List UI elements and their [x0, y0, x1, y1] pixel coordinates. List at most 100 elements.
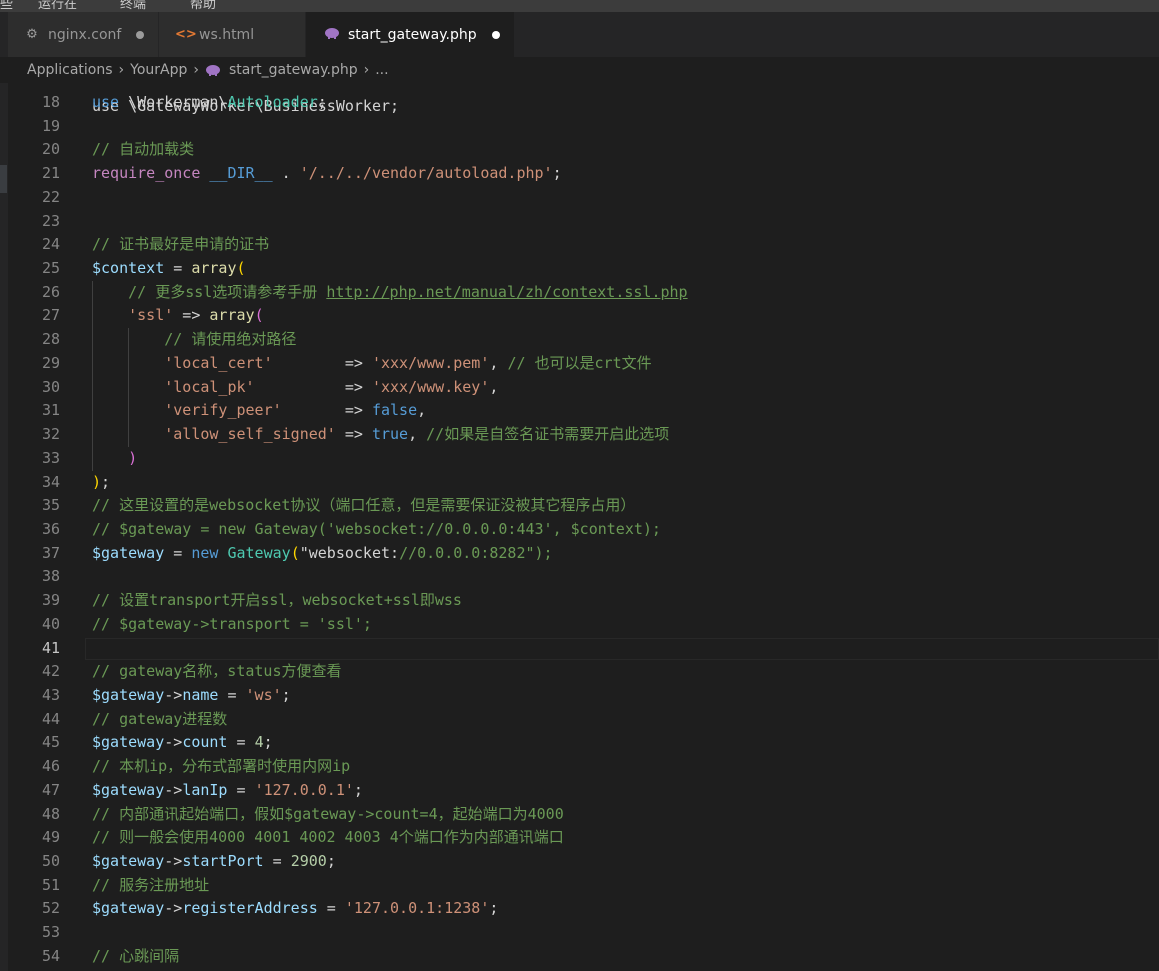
line-number: 37	[41, 543, 60, 562]
line-number: 23	[41, 211, 60, 230]
code-text: )	[128, 448, 138, 467]
code-text: // 更多ssl选项请参考手册 http://php.net/manual/zh…	[128, 282, 688, 301]
code-text: $gateway->lanIp = '127.0.0.1';	[92, 780, 363, 799]
doc-link[interactable]: http://php.net/manual/zh/context.ssl.php	[326, 283, 687, 301]
breadcrumb-yourapp[interactable]: YourApp	[130, 62, 187, 78]
editor-tab-bar: ⚙ nginx.conf <> ws.html start_gateway.ph…	[0, 12, 1159, 57]
code-line[interactable]: 24 // 证书最好是申请的证书	[0, 233, 1159, 257]
code-line[interactable]: 54 // 心跳间隔	[0, 945, 1159, 969]
line-number: 50	[41, 852, 60, 871]
code-editor[interactable]: use \GatewayWorker\BusinessWorker; 18 use…	[0, 83, 1159, 971]
line-number: 33	[41, 448, 60, 467]
code-line[interactable]: 31 'verify_peer' => false,	[0, 399, 1159, 423]
menu-item-run[interactable]: 运行在	[38, 0, 77, 12]
breadcrumb-symbol[interactable]: ...	[375, 62, 388, 78]
code-line[interactable]: 20 // 自动加载类	[0, 138, 1159, 162]
code-text: // 本机ip，分布式部署时使用内网ip	[92, 757, 351, 776]
breadcrumb-applications[interactable]: Applications	[27, 62, 113, 78]
code-line[interactable]: 43 $gateway->name = 'ws';	[0, 684, 1159, 708]
code-line[interactable]: 36 // $gateway = new Gateway('websocket:/…	[0, 518, 1159, 542]
line-number: 53	[41, 923, 60, 942]
code-line[interactable]: 30 'local_pk' => 'xxx/www.key',	[0, 376, 1159, 400]
line-number: 51	[41, 875, 60, 894]
line-number: 26	[41, 282, 60, 301]
code-line[interactable]: 44 // gateway进程数	[0, 708, 1159, 732]
code-line[interactable]: 25 $context = array(	[0, 257, 1159, 281]
code-text: $gateway->count = 4;	[92, 733, 273, 752]
line-number: 34	[41, 472, 60, 491]
code-line[interactable]: 32 'allow_self_signed' => true, //如果是自签名…	[0, 423, 1159, 447]
breadcrumb-file[interactable]: start_gateway.php	[229, 62, 358, 78]
code-line[interactable]: 50 $gateway->startPort = 2900;	[0, 850, 1159, 874]
menu-item-help[interactable]: 帮助	[190, 0, 216, 12]
line-number: 29	[41, 353, 60, 372]
line-number: 39	[41, 591, 60, 610]
code-line[interactable]: 52 $gateway->registerAddress = '127.0.0.1…	[0, 897, 1159, 921]
code-line[interactable]: 46 // 本机ip，分布式部署时使用内网ip	[0, 755, 1159, 779]
code-line[interactable]: 38	[0, 565, 1159, 589]
gear-icon: ⚙	[26, 27, 38, 42]
line-number: 38	[41, 567, 60, 586]
line-number: 18	[41, 93, 60, 111]
code-text: 'verify_peer' => false,	[164, 401, 427, 420]
code-text: // gateway进程数	[92, 709, 228, 728]
code-text: // $gateway->transport = 'ssl';	[92, 614, 372, 633]
code-line[interactable]: 28 // 请使用绝对路径	[0, 328, 1159, 352]
chevron-right-icon: ›	[363, 62, 370, 78]
tab-label: nginx.conf	[48, 26, 122, 43]
code-line[interactable]: 22	[0, 186, 1159, 210]
html-icon: <>	[175, 27, 197, 42]
code-line[interactable]: 53	[0, 921, 1159, 945]
chevron-right-icon: ›	[193, 62, 199, 78]
code-text: 'local_cert' => 'xxx/www.pem', // 也可以是cr…	[164, 353, 652, 372]
code-text: // gateway名称，status方便查看	[92, 662, 342, 681]
tab-nginx-conf[interactable]: ⚙ nginx.conf	[8, 12, 158, 57]
code-line[interactable]: 27 'ssl' => array(	[0, 304, 1159, 328]
current-line-highlight	[85, 637, 1159, 660]
tab-label: ws.html	[199, 26, 255, 43]
line-number: 47	[41, 780, 60, 799]
code-line[interactable]: 47 $gateway->lanIp = '127.0.0.1';	[0, 779, 1159, 803]
code-text: $gateway = new Gateway("websocket://0.0.…	[92, 543, 553, 562]
line-number: 20	[41, 140, 60, 159]
unsaved-dot-icon[interactable]	[136, 30, 144, 39]
line-number: 43	[41, 686, 60, 704]
code-line[interactable]: 18 use \Workerman\Autoloader;	[0, 91, 1159, 115]
tab-start-gateway-php[interactable]: start_gateway.php	[306, 12, 514, 57]
line-number: 31	[41, 401, 60, 420]
code-text: // 设置transport开启ssl，websocket+ssl即wss	[92, 591, 462, 610]
code-line[interactable]: 34);	[0, 471, 1159, 495]
indent-guide	[128, 328, 130, 447]
line-number: 40	[41, 614, 60, 633]
code-line[interactable]: 29 'local_cert' => 'xxx/www.pem', // 也可以…	[0, 352, 1159, 376]
php-elephant-icon	[205, 64, 221, 76]
code-line[interactable]: 21 require_once __DIR__ . '/../../vendor/…	[0, 162, 1159, 186]
code-text: 'ssl' => array(	[128, 306, 264, 325]
code-line[interactable]: 19	[0, 115, 1159, 139]
code-line[interactable]: 41	[0, 637, 1159, 661]
line-number: 35	[41, 496, 60, 515]
code-line[interactable]: 45 $gateway->count = 4;	[0, 731, 1159, 755]
code-line[interactable]: 35 // 这里设置的是websocket协议（端口任意，但是需要保证没被其它程序…	[0, 494, 1159, 518]
code-line[interactable]: 39 // 设置transport开启ssl，websocket+ssl即wss	[0, 589, 1159, 613]
code-line[interactable]: 51 // 服务注册地址	[0, 874, 1159, 898]
code-line[interactable]: 37 $gateway = new Gateway("websocket://0.…	[0, 542, 1159, 566]
line-number: 22	[41, 187, 60, 206]
code-line[interactable]: 48 // 内部通讯起始端口，假如$gateway->count=4，起始端口为4…	[0, 803, 1159, 827]
code-line[interactable]: 33 )	[0, 447, 1159, 471]
code-line[interactable]: 42 // gateway名称，status方便查看	[0, 660, 1159, 684]
code-text: $gateway->startPort = 2900;	[92, 852, 336, 871]
code-line[interactable]: 49 // 则一般会使用4000 4001 4002 4003 4个端口作为内部通…	[0, 826, 1159, 850]
code-line[interactable]: 23	[0, 210, 1159, 234]
code-text: // 证书最好是申请的证书	[92, 235, 270, 254]
tab-ws-html[interactable]: <> ws.html	[159, 12, 305, 57]
line-number: 24	[41, 235, 60, 254]
unsaved-dot-icon[interactable]	[492, 30, 500, 39]
code-line[interactable]: 26 // 更多ssl选项请参考手册 http://php.net/manual…	[0, 281, 1159, 305]
menu-item-terminal[interactable]: 终端	[120, 0, 146, 12]
code-line[interactable]: 40 // $gateway->transport = 'ssl';	[0, 613, 1159, 637]
tab-label: start_gateway.php	[348, 26, 477, 43]
menu-item-fragment[interactable]: 些	[0, 0, 13, 12]
line-number: 44	[41, 709, 60, 728]
line-number: 48	[41, 804, 60, 823]
